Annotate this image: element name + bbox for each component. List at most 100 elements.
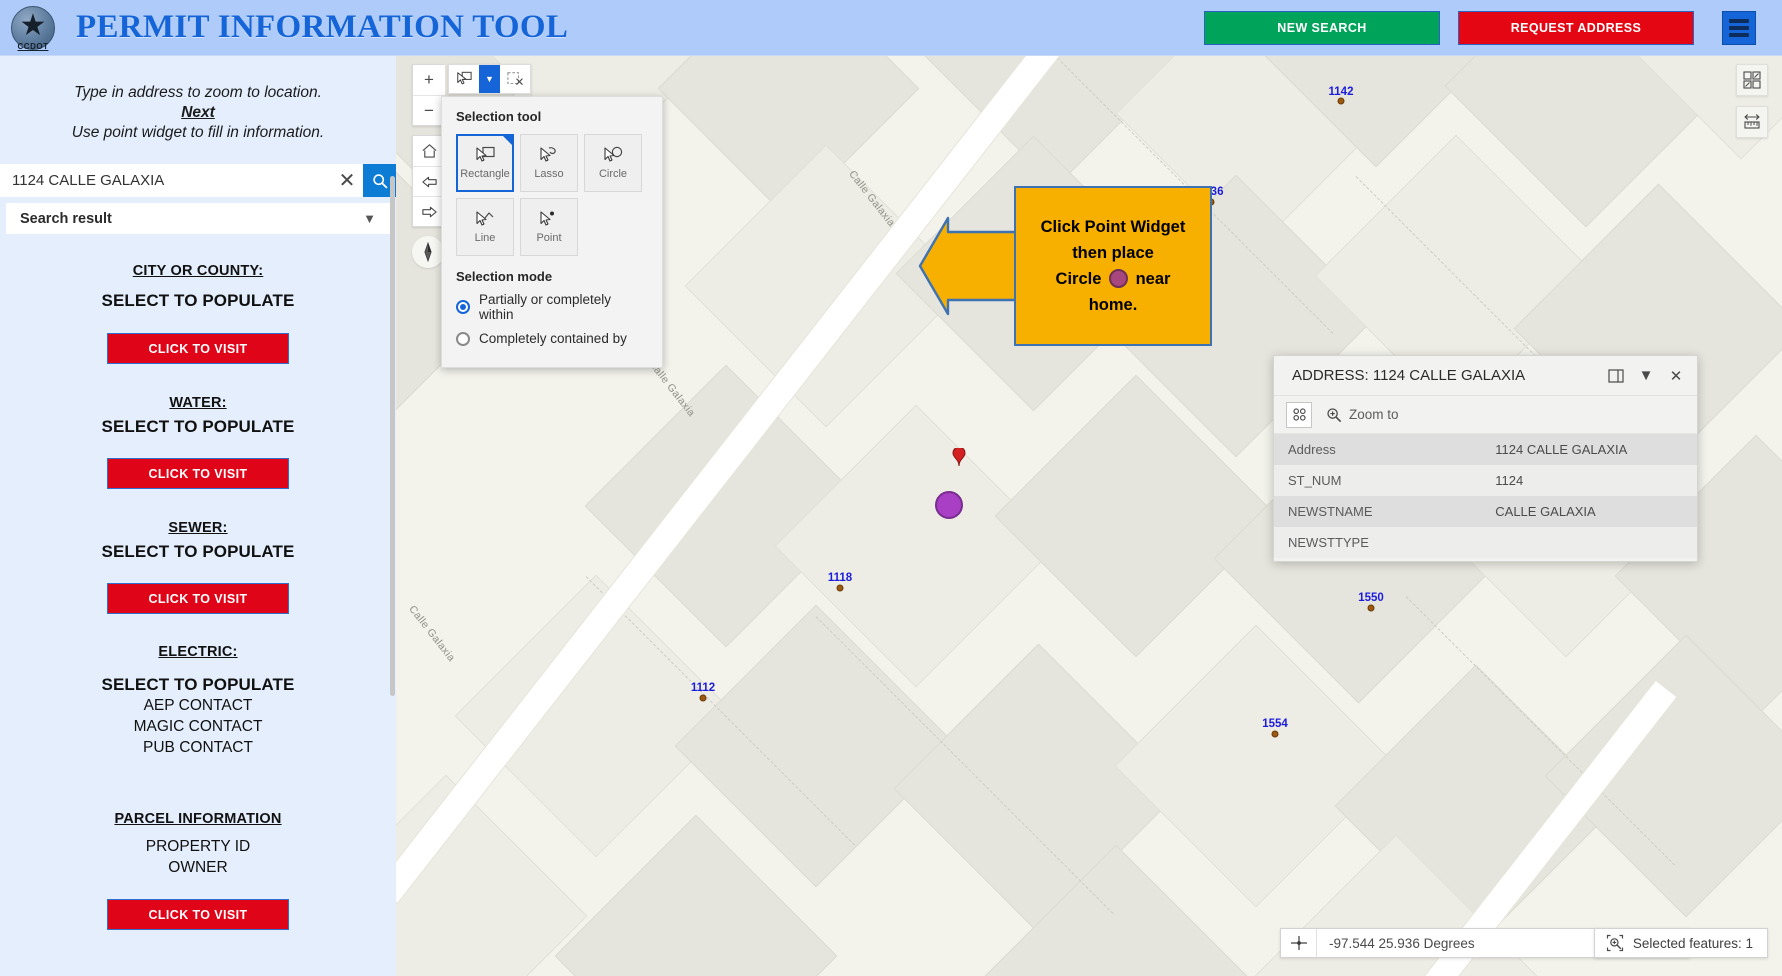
- selected-features-label: Selected features: 1: [1632, 935, 1753, 951]
- electric-contact-pub: PUB CONTACT: [143, 739, 253, 756]
- sidebar-instructions: Type in address to zoom to location. Nex…: [0, 56, 396, 144]
- selection-mode-partially[interactable]: Partially or completely within: [456, 292, 648, 322]
- parcel-property-id: PROPERTY ID: [145, 838, 251, 855]
- popup-close-button[interactable]: ✕: [1661, 361, 1691, 391]
- selection-tool-title: Selection tool: [456, 109, 542, 124]
- search-icon: [372, 173, 387, 188]
- tool-label: Rectangle: [460, 168, 510, 180]
- callout-line-2: then place: [1072, 244, 1154, 262]
- clear-selection-icon: [507, 72, 523, 85]
- zoom-in-button[interactable]: +: [413, 65, 445, 95]
- selection-mode-title: Selection mode: [456, 269, 553, 284]
- section-sewer: SEWER: SELECT TO POPULATE CLICK TO VISIT: [0, 520, 396, 614]
- search-result-label: Search result: [20, 210, 112, 227]
- instruction-line-2: Use point widget to fill in information.: [71, 124, 325, 141]
- section-label: ELECTRIC:: [158, 644, 238, 660]
- address-point-marker[interactable]: [836, 584, 844, 592]
- city-county-visit-button[interactable]: CLICK TO VISIT: [107, 333, 289, 364]
- dock-icon: [1608, 368, 1624, 383]
- clear-search-icon[interactable]: ✕: [332, 164, 362, 197]
- water-visit-button[interactable]: CLICK TO VISIT: [107, 458, 289, 489]
- address-label: 1142: [1328, 86, 1354, 98]
- measurement-button[interactable]: [1736, 106, 1768, 138]
- sewer-visit-button[interactable]: CLICK TO VISIT: [107, 583, 289, 614]
- attribute-value: 1124 CALLE GALAXIA: [1481, 434, 1697, 465]
- popup-zoom-to-button[interactable]: Zoom to: [1320, 407, 1399, 423]
- electric-contact-aep: AEP CONTACT: [143, 697, 253, 714]
- table-row: Address 1124 CALLE GALAXIA: [1274, 434, 1697, 465]
- basemap-gallery-button[interactable]: [1736, 64, 1768, 96]
- selection-tool-grid: Rectangle Lasso Circle Line Point: [456, 134, 648, 256]
- address-point-marker[interactable]: [699, 694, 707, 702]
- address-point-marker[interactable]: [1271, 730, 1279, 738]
- circle-swatch-icon: [1108, 269, 1128, 288]
- circle-select-icon: [604, 146, 623, 162]
- tool-line[interactable]: Line: [456, 198, 514, 256]
- home-icon: [422, 144, 436, 158]
- request-address-button[interactable]: REQUEST ADDRESS: [1458, 10, 1694, 45]
- sidebar: Type in address to zoom to location. Nex…: [0, 56, 396, 976]
- address-point-marker[interactable]: [1337, 97, 1345, 105]
- tool-circle[interactable]: Circle: [584, 134, 642, 192]
- popup-actions: Zoom to: [1274, 396, 1697, 434]
- selected-point-circle[interactable]: [935, 491, 963, 519]
- star-icon: ★: [19, 8, 47, 42]
- coordinate-value: -97.544 25.936 Degrees: [1329, 935, 1475, 951]
- search-row: ✕: [0, 164, 396, 197]
- search-box: ✕: [0, 164, 363, 197]
- attribute-value: [1481, 527, 1697, 558]
- select-tool-dropdown-toggle[interactable]: ▼: [479, 65, 500, 93]
- sidebar-scrollbar[interactable]: [390, 176, 395, 696]
- select-tool-button[interactable]: [449, 65, 479, 93]
- address-label: 1118: [827, 572, 853, 584]
- radio-unselected-icon: [456, 331, 470, 346]
- popup-feature-grid-button[interactable]: [1286, 401, 1312, 428]
- app-header: ★ CCDOT PERMIT INFORMATION TOOL NEW SEAR…: [0, 0, 1782, 56]
- select-toolbar: ▼: [448, 64, 531, 94]
- search-result-dropdown[interactable]: Search result ▼: [6, 203, 390, 234]
- hamburger-bar: [1729, 18, 1749, 23]
- attribute-name: ST_NUM: [1274, 465, 1482, 496]
- menu-button[interactable]: [1722, 10, 1756, 45]
- coordinate-crosshair-button[interactable]: [1281, 929, 1317, 957]
- attribute-value: 1124: [1481, 465, 1697, 496]
- new-search-button[interactable]: NEW SEARCH: [1204, 10, 1440, 45]
- extent-controls: [412, 135, 445, 227]
- tool-label: Line: [474, 232, 496, 244]
- clear-selection-button[interactable]: [500, 65, 530, 93]
- map-canvas[interactable]: Calle Galaxia Calle Galaxia Calle Galaxi…: [396, 56, 1782, 976]
- radio-selected-icon: [456, 300, 470, 314]
- section-label: WATER:: [169, 395, 227, 411]
- map-widget-toolbar: [1736, 64, 1768, 138]
- feature-grid-icon: [1292, 408, 1306, 421]
- parcel-visit-button[interactable]: CLICK TO VISIT: [107, 899, 289, 930]
- logo-circle: ★ CCDOT: [11, 5, 55, 51]
- page-title: PERMIT INFORMATION TOOL: [76, 9, 569, 45]
- callout-box: Click Point Widget then place Circle nea…: [1014, 186, 1212, 346]
- line-select-icon: [476, 211, 494, 226]
- tool-rectangle[interactable]: Rectangle: [456, 134, 514, 192]
- instruction-line-1: Type in address to zoom to location.: [74, 84, 322, 101]
- selected-features-widget[interactable]: Selected features: 1: [1593, 928, 1768, 958]
- popup-header: ADDRESS: 1124 CALLE GALAXIA ▼ ✕: [1274, 356, 1697, 396]
- section-electric: ELECTRIC: SELECT TO POPULATE AEP CONTACT…: [0, 644, 396, 758]
- radio-label: Partially or completely within: [479, 292, 612, 322]
- selection-mode-completely[interactable]: Completely contained by: [456, 331, 648, 346]
- popup-dock-button[interactable]: [1601, 361, 1631, 391]
- instruction-next-link[interactable]: Next: [0, 104, 396, 122]
- callout-line-1: Click Point Widget: [1040, 218, 1186, 236]
- permit-information-tool-app: ★ CCDOT PERMIT INFORMATION TOOL NEW SEAR…: [0, 0, 1782, 976]
- tool-label: Circle: [598, 168, 628, 180]
- zoom-controls: + −: [412, 64, 445, 126]
- address-point-marker[interactable]: [1367, 604, 1375, 612]
- callout-line-3-post: near: [1135, 270, 1171, 288]
- parcel-label: PARCEL INFORMATION: [114, 811, 282, 827]
- tool-lasso[interactable]: Lasso: [520, 134, 578, 192]
- table-row: NEWSTNAME CALLE GALAXIA: [1274, 496, 1697, 527]
- compass-button[interactable]: [412, 236, 444, 268]
- popup-collapse-button[interactable]: ▼: [1631, 361, 1661, 391]
- hamburger-bar: [1729, 25, 1749, 30]
- tool-point[interactable]: Point: [520, 198, 578, 256]
- address-label: 1550: [1358, 592, 1384, 604]
- search-input[interactable]: [1, 172, 332, 189]
